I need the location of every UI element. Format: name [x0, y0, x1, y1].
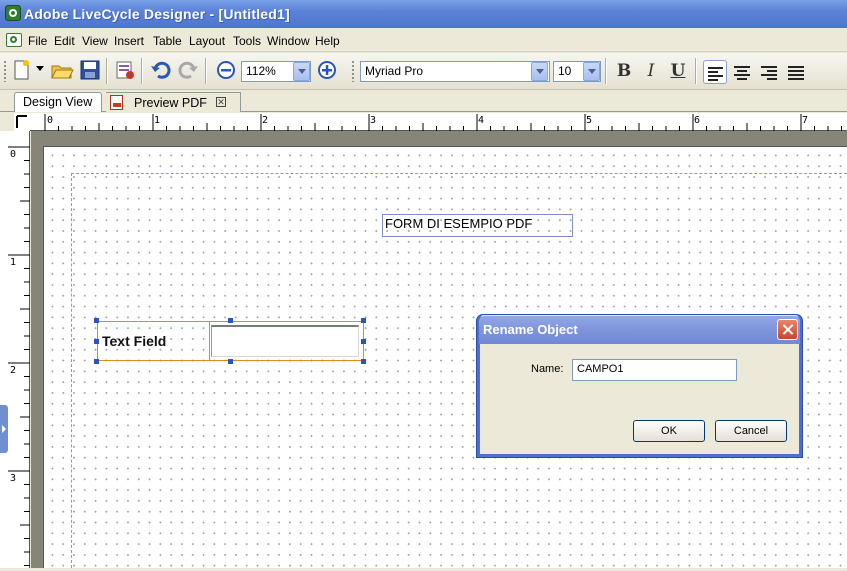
- zoom-in-icon[interactable]: [315, 58, 339, 82]
- zoom-out-icon[interactable]: [214, 58, 238, 82]
- app-logo-icon: [5, 5, 21, 21]
- save-icon[interactable]: [78, 58, 102, 82]
- menu-tools[interactable]: Tools: [233, 34, 261, 48]
- align-left-icon[interactable]: [703, 60, 727, 84]
- ruler-label-h7: 7: [802, 115, 809, 126]
- menu-view[interactable]: View: [82, 34, 108, 48]
- ruler-label-h1: 1: [154, 115, 161, 126]
- ruler-corner: [14, 113, 30, 131]
- selection-handle[interactable]: [361, 318, 366, 323]
- align-right-icon[interactable]: [757, 60, 781, 84]
- justify-icon[interactable]: [784, 60, 808, 84]
- document-menu-icon[interactable]: [6, 33, 22, 47]
- toolbar-separator: [605, 58, 607, 84]
- dialog-close-icon[interactable]: [777, 319, 798, 340]
- ruler-label-v0: 0: [10, 149, 17, 160]
- undo-icon[interactable]: [149, 58, 173, 82]
- horizontal-ruler-ticks: [44, 114, 842, 131]
- vertical-ruler-ticks: [8, 146, 30, 566]
- menu-help[interactable]: Help: [315, 34, 340, 48]
- ruler-label-h3: 3: [370, 115, 377, 126]
- font-family-value: Myriad Pro: [365, 64, 424, 78]
- redo-icon[interactable]: [176, 58, 200, 82]
- ruler-label-h6: 6: [694, 115, 701, 126]
- selection-handle[interactable]: [94, 339, 99, 344]
- preview-icon[interactable]: [113, 58, 137, 82]
- tab-preview-pdf-label: Preview PDF: [134, 96, 207, 110]
- menu-layout[interactable]: Layout: [189, 34, 225, 48]
- toolbar-separator: [695, 58, 697, 84]
- ruler-label-h5: 5: [586, 115, 593, 126]
- expand-arrow-icon: [2, 425, 6, 433]
- cancel-button[interactable]: Cancel: [715, 420, 787, 442]
- ruler-label-h2: 2: [262, 115, 269, 126]
- menu-window[interactable]: Window: [267, 34, 310, 48]
- window-title: Adobe LiveCycle Designer - [Untitled1]: [24, 6, 290, 22]
- menu-file[interactable]: File: [28, 34, 47, 48]
- toolbar-separator: [106, 58, 108, 84]
- ruler-label-h4: 4: [478, 115, 485, 126]
- selection-handle[interactable]: [228, 359, 233, 364]
- ruler-label-v2: 2: [10, 365, 17, 376]
- font-size-value: 10: [558, 64, 572, 78]
- tab-design-view-label: Design View: [23, 95, 93, 109]
- name-label: Name:: [531, 363, 564, 375]
- collapsed-panel-handle[interactable]: [0, 405, 8, 453]
- pdf-icon: [110, 95, 123, 110]
- align-center-icon[interactable]: [730, 60, 754, 84]
- zoom-dropdown-icon[interactable]: [293, 62, 310, 81]
- bold-button[interactable]: B: [613, 60, 635, 82]
- selection-handle[interactable]: [94, 359, 99, 364]
- open-folder-icon[interactable]: [50, 58, 74, 82]
- ruler-label-v1: 1: [10, 257, 17, 268]
- toolbar-grip[interactable]: [3, 60, 7, 82]
- new-document-icon[interactable]: [10, 58, 34, 82]
- close-tab-icon[interactable]: ✕: [216, 97, 226, 107]
- zoom-value: 112%: [246, 64, 276, 78]
- menu-insert[interactable]: Insert: [114, 34, 144, 48]
- form-title-text[interactable]: FORM DI ESEMPIO PDF: [382, 214, 573, 237]
- underline-button[interactable]: U: [667, 60, 689, 82]
- selection-handle[interactable]: [361, 339, 366, 344]
- text-field-caption: Text Field: [102, 333, 167, 349]
- italic-button[interactable]: I: [640, 60, 662, 82]
- tab-design-view[interactable]: Design View: [14, 92, 102, 112]
- toolbar-separator: [141, 58, 143, 84]
- toolbar-separator: [205, 58, 207, 84]
- selection-handle[interactable]: [94, 318, 99, 323]
- ruler-label-h0: 0: [47, 115, 54, 126]
- ok-button[interactable]: OK: [633, 420, 705, 442]
- toolbar-grip[interactable]: [351, 60, 355, 82]
- text-field-divider: [209, 322, 210, 360]
- font-family-combo[interactable]: Myriad Pro: [360, 61, 550, 82]
- new-dropdown-icon[interactable]: [36, 66, 44, 71]
- selection-handle[interactable]: [228, 318, 233, 323]
- dialog-title: Rename Object: [483, 322, 578, 337]
- menu-table[interactable]: Table: [153, 34, 182, 48]
- menu-edit[interactable]: Edit: [54, 34, 75, 48]
- ruler-label-v3: 3: [10, 473, 17, 484]
- text-field-input-area[interactable]: [211, 325, 359, 357]
- vertical-ruler: [0, 131, 30, 568]
- name-input[interactable]: CAMPO1: [572, 359, 737, 381]
- horizontal-ruler: [14, 113, 847, 131]
- selection-handle[interactable]: [361, 359, 366, 364]
- font-size-dropdown-icon[interactable]: [583, 62, 600, 81]
- font-family-dropdown-icon[interactable]: [531, 62, 548, 81]
- tab-preview-pdf[interactable]: Preview PDF ✕: [106, 92, 241, 112]
